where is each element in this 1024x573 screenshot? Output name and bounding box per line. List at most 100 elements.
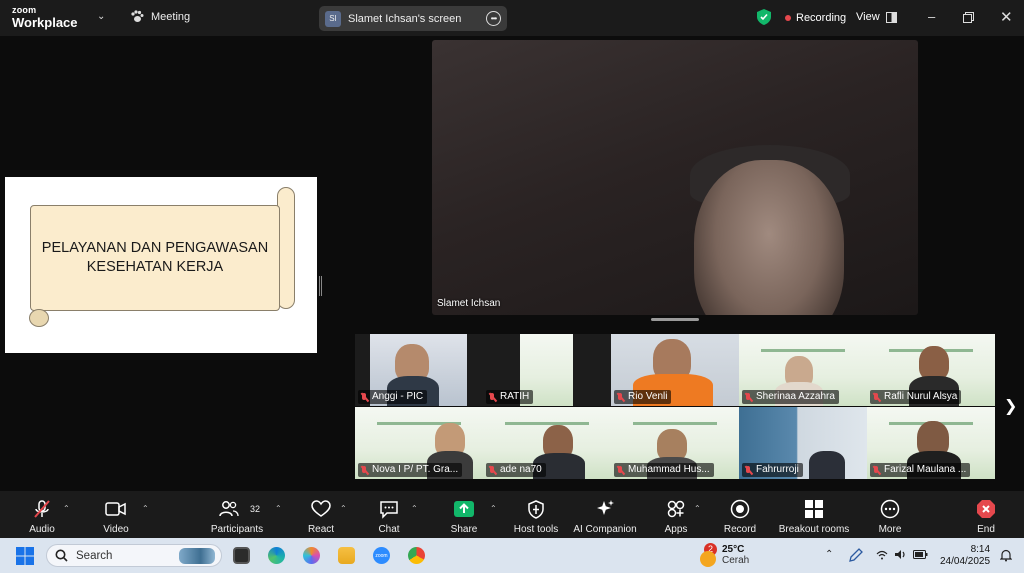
react-options-caret-icon[interactable]: ⌃: [340, 504, 347, 513]
search-placeholder: Search: [76, 549, 113, 562]
audio-button[interactable]: Audio: [22, 491, 62, 538]
chat-bubble-icon: [380, 500, 398, 519]
weather-sun-icon: [700, 551, 716, 567]
close-icon[interactable]: ✕: [1000, 8, 1013, 26]
apps-button[interactable]: Apps: [658, 491, 694, 538]
restore-icon[interactable]: [963, 12, 974, 23]
volume-icon[interactable]: [894, 549, 907, 560]
slide-title: PELAYANAN DAN PENGAWASAN KESEHATAN KERJA: [35, 239, 275, 277]
tray-overflow-icon[interactable]: ⌃: [825, 549, 833, 560]
participants-button[interactable]: Participants: [206, 491, 268, 538]
mic-muted-icon: [616, 465, 625, 475]
participant-name-label: Anggi - PIC: [358, 390, 428, 404]
react-button[interactable]: React: [302, 491, 340, 538]
active-speaker-video[interactable]: [432, 40, 918, 315]
copilot-icon[interactable]: [303, 547, 320, 564]
mic-muted-icon: [616, 392, 625, 402]
clock[interactable]: 8:14 24/04/2025: [940, 544, 990, 568]
mic-off-icon: [34, 500, 50, 518]
participant-name: Anggi - PIC: [372, 391, 424, 402]
more-label: More: [878, 524, 902, 535]
zoom-app-icon[interactable]: zoom: [373, 547, 390, 564]
participant-name-label: RATIH: [486, 390, 534, 404]
participant-name: RATIH: [500, 391, 530, 402]
recording-indicator[interactable]: Recording: [785, 12, 846, 24]
shield-check-icon[interactable]: [757, 9, 771, 25]
end-button[interactable]: End: [968, 491, 1004, 538]
audio-label: Audio: [29, 524, 55, 535]
participant-tile[interactable]: Sherinaa Azzahra: [739, 334, 867, 406]
taskbar-search-input[interactable]: Search: [46, 544, 222, 567]
participants-count: 32: [250, 504, 261, 514]
video-label: Video: [103, 524, 129, 535]
participant-tile[interactable]: Nova I P/ PT. Gra...: [355, 407, 483, 479]
mic-muted-icon: [744, 465, 753, 475]
sparkle-icon: [597, 500, 614, 515]
chevron-down-icon[interactable]: ⌄: [97, 11, 105, 22]
participant-name-label: Farizal Maulana ...: [870, 463, 971, 477]
chrome-icon[interactable]: [408, 547, 425, 564]
participant-name: Muhammad Hus...: [628, 464, 710, 475]
clock-date: 24/04/2025: [940, 556, 991, 567]
gallery-next-icon[interactable]: ❯: [1004, 396, 1017, 416]
apps-icon: [667, 500, 685, 518]
screen-owner-avatar: SI: [325, 10, 341, 27]
screen-share-pill[interactable]: SI Slamet Ichsan's screen •••: [319, 6, 507, 31]
notification-bell-icon[interactable]: [1000, 549, 1012, 562]
breakout-rooms-label: Breakout rooms: [778, 524, 850, 535]
panel-splitter-handle[interactable]: [319, 276, 322, 296]
record-button[interactable]: Record: [720, 491, 760, 538]
mic-muted-icon: [744, 392, 753, 402]
chat-options-caret-icon[interactable]: ⌃: [411, 504, 418, 513]
zoom-logo: zoom Workplace: [12, 5, 78, 30]
participant-name: Sherinaa Azzahra: [756, 391, 835, 402]
video-options-caret-icon[interactable]: ⌃: [142, 504, 149, 513]
audio-options-caret-icon[interactable]: ⌃: [63, 504, 70, 513]
participant-tile[interactable]: Farizal Maulana ...: [867, 407, 995, 479]
meeting-label: Meeting: [151, 10, 191, 23]
task-view-icon[interactable]: [233, 547, 250, 564]
search-highlight-image: [179, 548, 215, 564]
host-tools-button[interactable]: Host tools: [510, 491, 562, 538]
wifi-icon[interactable]: [876, 550, 888, 560]
meeting-menu[interactable]: Meeting: [130, 10, 190, 23]
participant-tile[interactable]: Rio Venli: [611, 334, 739, 406]
apps-options-caret-icon[interactable]: ⌃: [694, 504, 701, 513]
participant-tile[interactable]: RATIH: [483, 334, 611, 406]
participant-tile[interactable]: Anggi - PIC: [355, 334, 483, 406]
breakout-rooms-button[interactable]: Breakout rooms: [777, 491, 851, 538]
chat-button[interactable]: Chat: [372, 491, 406, 538]
ai-companion-button[interactable]: AI Companion: [572, 491, 638, 538]
more-button[interactable]: More: [872, 491, 908, 538]
participant-tile[interactable]: ade na70: [483, 407, 611, 479]
share-options-caret-icon[interactable]: ⌃: [490, 504, 497, 513]
mic-muted-icon: [488, 392, 497, 402]
title-bar: zoom Workplace ⌄ Meeting SI Slamet Ichsa…: [0, 0, 1024, 36]
pen-input-icon[interactable]: [848, 547, 864, 563]
record-label: Record: [723, 524, 757, 535]
windows-start-icon[interactable]: [16, 547, 34, 565]
chat-label: Chat: [378, 524, 400, 535]
logo-line1: zoom: [12, 5, 37, 15]
participant-name-label: Nova I P/ PT. Gra...: [358, 463, 463, 477]
file-explorer-icon[interactable]: [338, 547, 355, 564]
minimize-icon[interactable]: –: [928, 9, 935, 24]
participant-tile[interactable]: Fahrurroji: [739, 407, 867, 479]
participants-options-caret-icon[interactable]: ⌃: [275, 504, 282, 513]
view-label: View: [856, 11, 880, 23]
participant-tile[interactable]: Muhammad Hus...: [611, 407, 739, 479]
speaker-name-label: Slamet Ichsan: [437, 298, 501, 309]
windows-taskbar: Search zoom 2 25°C Cerah ⌃ 8:14 24/04/20…: [0, 538, 1024, 573]
view-button[interactable]: View: [856, 11, 897, 23]
edge-browser-icon[interactable]: [268, 547, 285, 564]
share-button[interactable]: Share: [446, 491, 482, 538]
video-button[interactable]: Video: [96, 491, 136, 538]
gallery-resize-handle[interactable]: [651, 318, 699, 321]
paw-icon: [131, 10, 144, 22]
battery-icon[interactable]: [913, 550, 928, 559]
weather-temp: 25°C: [722, 544, 745, 555]
scroll-roll-left: [29, 309, 49, 327]
more-options-icon[interactable]: •••: [486, 11, 501, 26]
participant-tile[interactable]: Rafli Nurul Alsya: [867, 334, 995, 406]
screen-share-label: Slamet Ichsan's screen: [348, 12, 462, 25]
